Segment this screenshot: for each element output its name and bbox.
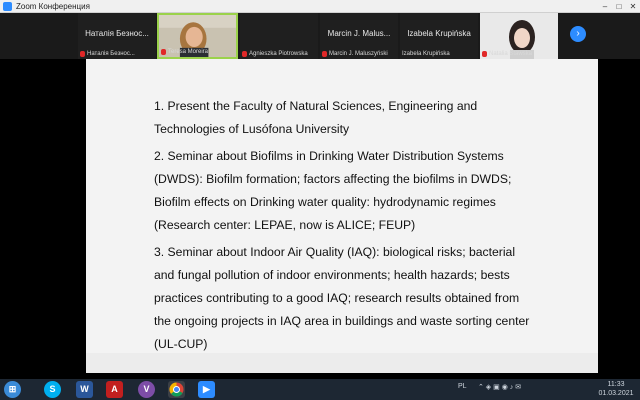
chrome-logo [169,382,184,397]
word-icon[interactable]: W [76,381,93,398]
tray-icons[interactable]: ⌃ ◈ ▣ ◉ ♪ ✉ [478,383,521,391]
maximize-icon[interactable]: □ [612,0,626,13]
window-titlebar: Zoom Конференция – □ ✕ [0,0,640,13]
clock-time: 11:33 [607,381,625,388]
viber-icon[interactable]: V [138,381,155,398]
muted-mic-icon [242,51,247,57]
skype-icon[interactable]: S [44,381,61,398]
minimize-icon[interactable]: – [598,0,612,13]
shared-screen: 1. Present the Faculty of Natural Scienc… [0,59,640,379]
participant-label: Наталія Безнос... [80,51,135,57]
participant-tile[interactable]: Natalia Stawska [480,13,558,59]
participant-label: Agnieszka Piotrowska [242,51,308,57]
slide-item: 1. Present the Faculty of Natural Scienc… [154,99,478,136]
clock[interactable]: 11:33 01.03.2021 [596,380,636,398]
participant-name: Izabela Krupińska [407,29,471,38]
participant-name: Marcin J. Malus... [327,29,391,38]
muted-mic-icon [161,49,166,55]
participant-label-text: Наталія Безнос... [87,51,135,57]
participant-tile[interactable]: Наталія Безнос... Наталія Безнос... [78,13,156,59]
next-participants-button[interactable]: › [570,26,586,42]
participant-tile[interactable]: Marcin J. Malus... Marcin J. Maluszyński [320,13,398,59]
participant-label-text: Izabela Krupińska [402,51,450,57]
close-icon[interactable]: ✕ [626,0,640,13]
slide-item: 3. Seminar about Indoor Air Quality (IAQ… [154,245,530,351]
acrobat-icon[interactable]: A [106,381,123,398]
participant-tile-active-speaker[interactable]: Teresa Moreira [157,13,238,59]
slide-content: 1. Present the Faculty of Natural Scienc… [154,95,534,360]
participant-label: Natalia Stawska [482,51,532,57]
start-icon[interactable]: ⊞ [4,381,21,398]
chrome-icon[interactable] [168,381,185,398]
participant-label: Izabela Krupińska [402,51,450,57]
participant-label: Teresa Moreira [161,49,208,55]
participant-tile[interactable]: Agnieszka Piotrowska [240,13,318,59]
tray-language[interactable]: PL [458,383,467,390]
zoom-taskbar-icon[interactable]: ▶ [198,381,215,398]
participant-label-text: Agnieszka Piotrowska [249,51,308,57]
participant-label: Marcin J. Maluszyński [322,51,388,57]
window-title: Zoom Конференция [16,1,90,11]
participant-label-text: Natalia Stawska [489,51,533,57]
participant-strip: Наталія Безнос... Наталія Безнос... Tere… [0,13,640,59]
muted-mic-icon [322,51,327,57]
muted-mic-icon [482,51,487,57]
windows-taskbar: ⊞ S W A V ▶ PL ⌃ ◈ ▣ ◉ ♪ ✉ 11:33 01.03.2… [0,379,640,400]
chevron-right-icon: › [576,28,580,39]
participant-name: Наталія Безнос... [85,29,149,38]
participant-tile[interactable]: Izabela Krupińska Izabela Krupińska [400,13,478,59]
window-controls: – □ ✕ [598,0,640,13]
zoom-app-icon [3,1,12,11]
muted-mic-icon [80,51,85,57]
participant-label-text: Marcin J. Maluszyński [329,51,388,57]
slide-item: 2. Seminar about Biofilms in Drinking Wa… [154,149,512,232]
slide-lower-area [86,353,598,373]
participant-label-text: Teresa Moreira [168,49,209,55]
clock-date: 01.03.2021 [598,390,634,397]
presentation-slide: 1. Present the Faculty of Natural Scienc… [86,59,598,353]
